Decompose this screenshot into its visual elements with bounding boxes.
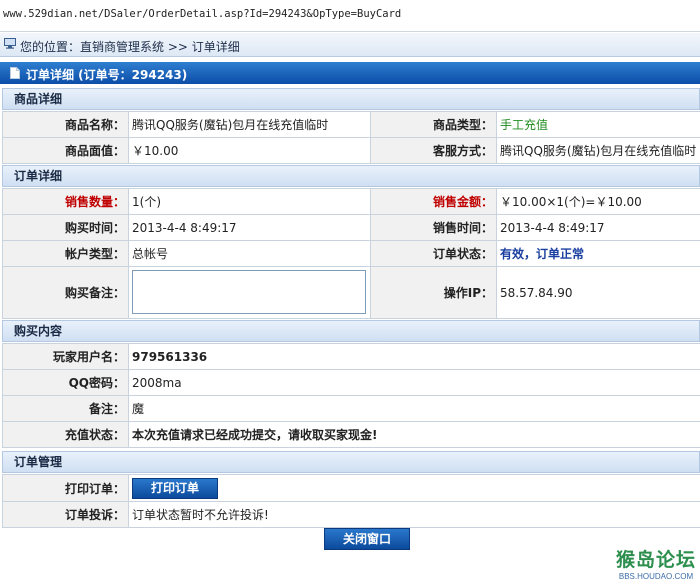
product-table: 商品名称： 腾讯QQ服务(魔钻)包月在线充值临时 商品类型： 手工充值 商品面值… <box>2 111 700 164</box>
note-label: 备注： <box>2 395 129 422</box>
qq-password-label: QQ密码： <box>2 369 129 396</box>
order-status-value: 有效，订单正常 <box>496 240 700 267</box>
amount-label: 销售金额： <box>370 188 497 215</box>
table-row: 订单投诉： 订单状态暂时不允许投诉! <box>2 501 700 528</box>
service-label: 客服方式： <box>370 137 497 164</box>
qty-label: 销售数量： <box>2 188 129 215</box>
account-type-label: 帐户类型： <box>2 240 129 267</box>
close-window-button[interactable]: 关闭窗口 <box>324 528 410 550</box>
section-order-title: 订单详细 <box>14 169 63 183</box>
page-title: 订单详细 (订单号：294243) <box>26 68 188 82</box>
amount-value: ￥10.00×1(个)=￥10.00 <box>496 188 700 215</box>
memo-cell <box>128 266 371 319</box>
print-order-button[interactable]: 打印订单 <box>132 477 218 499</box>
section-product-title: 商品详细 <box>14 92 63 106</box>
print-order-label: 打印订单： <box>2 474 129 502</box>
table-row: QQ密码： 2008ma <box>2 369 700 396</box>
section-order: 订单详细 <box>2 165 700 187</box>
memo-textarea[interactable] <box>132 269 366 314</box>
product-name-value: 腾讯QQ服务(魔钻)包月在线充值临时 <box>128 111 371 138</box>
qq-password-value: 2008ma <box>128 369 700 396</box>
manage-table: 打印订单： 打印订单 订单投诉： 订单状态暂时不允许投诉! <box>2 474 700 528</box>
watermark-sub: BBS.HOUDAO.COM <box>618 572 694 581</box>
page-title-bar: 订单详细 (订单号：294243) <box>0 62 700 84</box>
address-bar[interactable]: www.529dian.net/DSaler/OrderDetail.asp?I… <box>0 0 700 32</box>
table-row: 销售数量： 1(个) 销售金额： ￥10.00×1(个)=￥10.00 <box>2 188 700 215</box>
section-product: 商品详细 <box>2 88 700 110</box>
table-row: 购买备注： 操作IP： 58.57.84.90 <box>2 266 700 319</box>
qty-value: 1(个) <box>128 188 371 215</box>
account-type-value: 总帐号 <box>128 240 371 267</box>
order-status-label: 订单状态： <box>370 240 497 267</box>
ip-value: 58.57.84.90 <box>496 266 700 319</box>
forum-watermark-logo: 猴岛论坛 BBS.HOUDAO.COM <box>616 545 696 581</box>
table-row: 购买时间： 2013-4-4 8:49:17 销售时间： 2013-4-4 8:… <box>2 214 700 241</box>
table-row: 帐户类型： 总帐号 订单状态： 有效，订单正常 <box>2 240 700 267</box>
player-user-value: 979561336 <box>128 343 700 370</box>
table-row: 商品名称： 腾讯QQ服务(魔钻)包月在线充值临时 商品类型： 手工充值 <box>2 111 700 138</box>
table-row: 充值状态： 本次充值请求已经成功提交，请收取买家现金! <box>2 421 700 448</box>
breadcrumb: 您的位置：直销商管理系统 >> 订单详细 <box>0 33 700 57</box>
charge-status-value: 本次充值请求已经成功提交，请收取买家现金! <box>128 421 700 448</box>
purchase-table: 玩家用户名： 979561336 QQ密码： 2008ma 备注： 魔 充值状态… <box>2 343 700 448</box>
breadcrumb-text: 您的位置：直销商管理系统 >> 订单详细 <box>20 40 240 54</box>
table-row: 备注： 魔 <box>2 395 700 422</box>
section-purchase: 购买内容 <box>2 320 700 342</box>
buy-time-value: 2013-4-4 8:49:17 <box>128 214 371 241</box>
product-type-value: 手工充值 <box>496 111 700 138</box>
note-value: 魔 <box>128 395 700 422</box>
product-type-label: 商品类型： <box>370 111 497 138</box>
order-table: 销售数量： 1(个) 销售金额： ￥10.00×1(个)=￥10.00 购买时间… <box>2 188 700 319</box>
address-url[interactable]: www.529dian.net/DSaler/OrderDetail.asp?I… <box>3 8 401 20</box>
section-manage-title: 订单管理 <box>14 455 63 469</box>
document-icon <box>10 67 20 79</box>
player-user-label: 玩家用户名： <box>2 343 129 370</box>
section-manage: 订单管理 <box>2 451 700 473</box>
product-name-label: 商品名称： <box>2 111 129 138</box>
table-row: 打印订单： 打印订单 <box>2 474 700 502</box>
table-row: 商品面值： ￥10.00 客服方式： 腾讯QQ服务(魔钻)包月在线充值临时 <box>2 137 700 164</box>
memo-label: 购买备注： <box>2 266 129 319</box>
complaint-label: 订单投诉： <box>2 501 129 528</box>
complaint-value: 订单状态暂时不允许投诉! <box>128 501 700 528</box>
print-order-cell: 打印订单 <box>128 474 700 502</box>
buy-time-label: 购买时间： <box>2 214 129 241</box>
monitor-icon <box>4 38 16 49</box>
sale-time-label: 销售时间： <box>370 214 497 241</box>
ip-label: 操作IP： <box>370 266 497 319</box>
service-value: 腾讯QQ服务(魔钻)包月在线充值临时 <box>496 137 700 164</box>
watermark-main: 猴岛论坛 <box>615 549 696 571</box>
table-row: 玩家用户名： 979561336 <box>2 343 700 370</box>
charge-status-label: 充值状态： <box>2 421 129 448</box>
face-value-value: ￥10.00 <box>128 137 371 164</box>
sale-time-value: 2013-4-4 8:49:17 <box>496 214 700 241</box>
section-purchase-title: 购买内容 <box>14 324 63 338</box>
face-value-label: 商品面值： <box>2 137 129 164</box>
